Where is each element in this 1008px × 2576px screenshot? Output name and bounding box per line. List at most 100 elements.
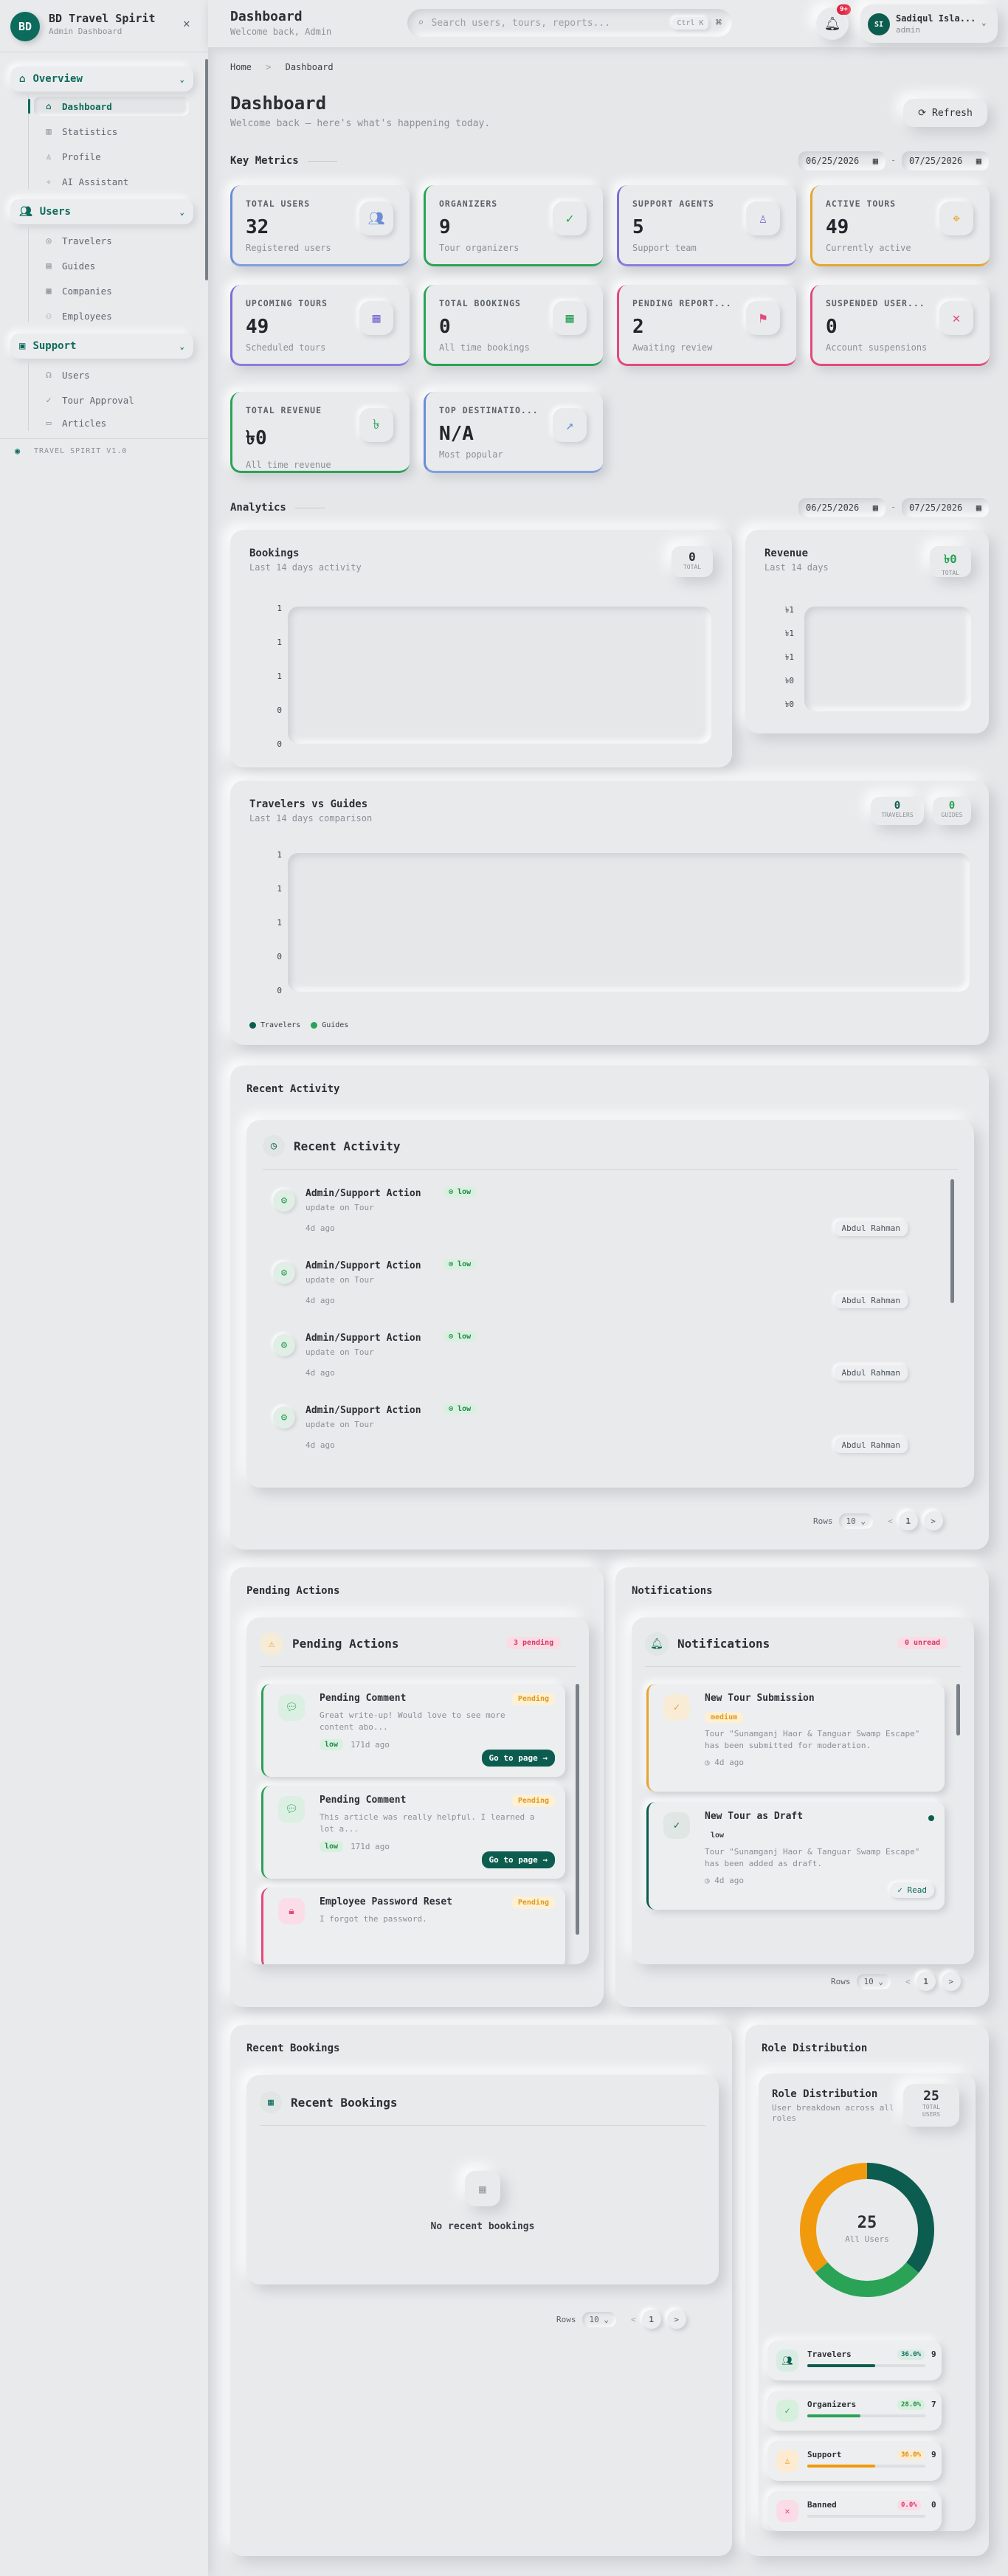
- next-page-button[interactable]: >: [923, 1511, 943, 1530]
- prev-page-button[interactable]: <: [905, 1977, 911, 1986]
- activity-title: Admin/Support Action: [305, 1333, 421, 1344]
- sidebar-item-articles[interactable]: ▭ Articles: [34, 415, 189, 430]
- notification-item[interactable]: ✓ New Tour Submission medium Tour "Sunamgan…: [646, 1684, 945, 1792]
- role-count: 7: [931, 2400, 936, 2409]
- nav-guide-line: [28, 227, 29, 322]
- pending-action-item[interactable]: 💬︎ Pending Comment Pending Great write-up! …: [261, 1684, 565, 1777]
- rows-per-page-select[interactable]: 10 ⌄: [582, 2312, 617, 2327]
- metric-card[interactable]: SUSPENDED USER... 0 Account suspensions ✕: [810, 285, 990, 366]
- recent-bookings-section: Recent Bookings ▦ Recent Bookings ▦ No r…: [230, 2025, 732, 2556]
- metrics-date-to[interactable]: 07/25/2026 ▦: [902, 151, 989, 170]
- metric-card[interactable]: TOTAL USERS 32 Registered users 👥︎: [230, 185, 410, 266]
- activity-item[interactable]: ⚙ Admin/Support Action ⊙ low update on Tour…: [273, 1328, 908, 1399]
- go-to-page-button[interactable]: Go to page →: [481, 1750, 555, 1767]
- analytics-date-from[interactable]: 06/25/2026 ▦: [798, 498, 886, 517]
- pending-action-item[interactable]: 💬︎ Pending Comment Pending This article was…: [261, 1786, 565, 1879]
- sidebar-item-companies[interactable]: ▦ Companies: [34, 281, 189, 300]
- go-to-page-button[interactable]: Go to page →: [481, 1851, 555, 1868]
- prev-page-button[interactable]: <: [631, 2315, 636, 2324]
- sidebar-item-tour-approval[interactable]: ✓ Tour Approval: [34, 390, 189, 410]
- sidebar-item-guides[interactable]: ▤ Guides: [34, 256, 189, 275]
- role-progress-fill: [807, 2364, 876, 2367]
- activity-item[interactable]: ⚙ Admin/Support Action ⊙ low update on Tour…: [273, 1401, 908, 1471]
- section-title: Recent Bookings: [246, 2043, 340, 2054]
- metric-card[interactable]: PENDING REPORT... 2 Awaiting review ⚑: [617, 285, 796, 366]
- section-title: Pending Actions: [246, 1585, 340, 1597]
- sidebar-section-support[interactable]: ▣ Support ⌄: [10, 334, 193, 359]
- comment-icon: 💬︎: [278, 1796, 305, 1823]
- role-row-organizers[interactable]: ✓ Organizers 28.0% 7: [767, 2391, 942, 2431]
- role-row-travelers[interactable]: 👥︎ Travelers 36.0% 9: [767, 2341, 942, 2380]
- sidebar-item-ai-assistant[interactable]: ✧ AI Assistant: [34, 172, 189, 191]
- metric-card[interactable]: TOTAL REVENUE ৳0 All time revenue ৳: [230, 392, 410, 473]
- notification-item[interactable]: ✓ New Tour as Draft low Tour "Sunamganj Hao…: [646, 1802, 945, 1910]
- guides-total-badge: 0 GUIDES: [933, 797, 971, 825]
- role-row-support[interactable]: ♙ Support 36.0% 9: [767, 2441, 942, 2481]
- divider: [260, 1666, 576, 1667]
- sidebar-item-profile[interactable]: ♙ Profile: [34, 147, 189, 166]
- close-sidebar-icon[interactable]: ✕: [183, 16, 190, 30]
- map-pin-icon: ⌖: [939, 201, 973, 235]
- activity-desc: update on Tour: [305, 1203, 374, 1212]
- activity-item[interactable]: ⚙ Admin/Support Action ⊙ low update on Tour…: [273, 1256, 908, 1327]
- calendar-icon: ▦: [260, 2091, 282, 2113]
- activity-scrollbar[interactable]: [950, 1179, 954, 1303]
- activity-icon: ⚙: [273, 1262, 295, 1284]
- sidebar-section-users[interactable]: 👥︎ Users ⌄: [10, 199, 193, 224]
- calendar-check-icon: ▦: [553, 301, 587, 335]
- role-row-banned[interactable]: ✕ Banned 0.0% 0: [767, 2491, 942, 2531]
- pending-time: 171d ago: [351, 1740, 390, 1750]
- next-page-button[interactable]: >: [941, 1972, 961, 1991]
- mark-read-button[interactable]: ✓ Read: [890, 1882, 934, 1898]
- calendar-icon: ▦: [872, 503, 878, 513]
- prev-page-button[interactable]: <: [888, 1516, 893, 1526]
- legend-label: Guides: [322, 1021, 349, 1029]
- recent-activity-section: Recent Activity ◷ Recent Activity ⚙ Admin…: [230, 1066, 989, 1550]
- metrics-date-from[interactable]: 06/25/2026 ▦: [798, 151, 886, 170]
- metric-subtitle: Support team: [632, 243, 697, 253]
- page-number[interactable]: 1: [898, 1511, 918, 1530]
- revenue-plot-area: [804, 607, 971, 711]
- metric-card[interactable]: ORGANIZERS 9 Tour organizers ✓: [424, 185, 603, 266]
- rows-per-page-select[interactable]: 10 ⌄: [857, 1974, 891, 1989]
- metric-card[interactable]: SUPPORT AGENTS 5 Support team ♙: [617, 185, 796, 266]
- metric-card[interactable]: TOP DESTINATIO... N/A Most popular ↗: [424, 392, 603, 473]
- sidebar-scrollbar[interactable]: [205, 59, 208, 280]
- rows-per-page-select[interactable]: 10 ⌄: [839, 1513, 874, 1529]
- y-tick: 1: [277, 671, 282, 681]
- revenue-chart-card: Revenue Last 14 days ৳0 TOTAL ৳1 ৳1 ৳1 ৳…: [745, 530, 989, 733]
- date-separator: -: [891, 155, 897, 165]
- pending-scrollbar[interactable]: [576, 1684, 579, 1935]
- analytics-date-to[interactable]: 07/25/2026 ▦: [902, 498, 989, 517]
- user-menu[interactable]: SI Sadiqul Isla... admin ⌄: [860, 4, 998, 43]
- pending-action-item[interactable]: 🔒︎ Employee Password Reset Pending I forgot…: [261, 1888, 565, 1964]
- breadcrumb-home[interactable]: Home: [230, 62, 252, 72]
- sidebar-item-dashboard[interactable]: ⌂ Dashboard: [28, 97, 189, 116]
- refresh-button[interactable]: ⟳ Refresh: [903, 99, 987, 127]
- page-number[interactable]: 1: [916, 1972, 936, 1991]
- metric-card[interactable]: UPCOMING TOURS 49 Scheduled tours ▦: [230, 285, 410, 366]
- next-page-button[interactable]: >: [666, 2310, 686, 2329]
- y-tick: ৳1: [784, 629, 794, 638]
- pending-desc: I forgot the password.: [320, 1914, 427, 1924]
- page-number[interactable]: 1: [641, 2310, 661, 2329]
- activity-item[interactable]: ⚙ Admin/Support Action ⊙ low update on Tour…: [273, 1184, 908, 1254]
- metric-subtitle: Awaiting review: [632, 342, 713, 353]
- user-role: admin: [896, 25, 921, 35]
- y-tick: 1: [277, 884, 282, 894]
- search-input[interactable]: ⌕ Search users, tours, reports... Ctrl K…: [407, 9, 732, 37]
- chart-subtitle: Last 14 days: [764, 562, 829, 573]
- sidebar-item-employees[interactable]: ⚇ Employees: [34, 306, 189, 325]
- sidebar-item-travelers[interactable]: ◎ Travelers: [34, 231, 189, 250]
- notification-title: New Tour as Draft: [705, 1811, 804, 1822]
- sidebar-item-statistics[interactable]: ▥ Statistics: [34, 122, 189, 141]
- user-x-icon: ✕: [776, 2500, 798, 2522]
- activity-icon: ⚙: [273, 1189, 295, 1212]
- notifications-scrollbar[interactable]: [956, 1684, 960, 1736]
- metric-card[interactable]: ACTIVE TOURS 49 Currently active ⌖: [810, 185, 990, 266]
- chart-title: Travelers vs Guides: [249, 798, 368, 810]
- metric-card[interactable]: TOTAL BOOKINGS 0 All time bookings ▦: [424, 285, 603, 366]
- notification-desc: Tour "Sunamganj Haor & Tanguar Swamp Esc…: [705, 1847, 920, 1868]
- sidebar-section-overview[interactable]: ⌂ Overview ⌄: [10, 66, 193, 91]
- sidebar-item-support-users[interactable]: ☊ Users: [34, 365, 189, 384]
